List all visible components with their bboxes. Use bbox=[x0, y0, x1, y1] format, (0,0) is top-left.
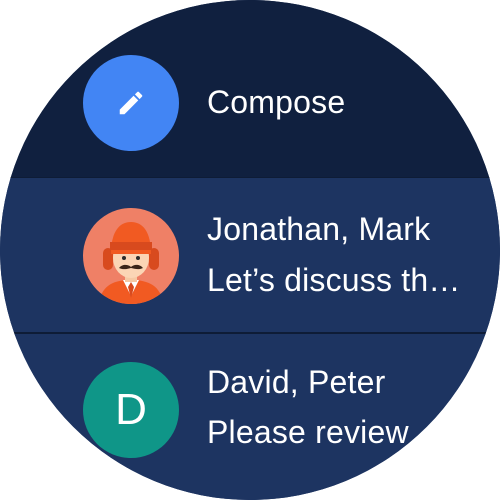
compose-label: Compose bbox=[207, 84, 346, 120]
message-preview: Let’s discuss th… bbox=[207, 262, 461, 298]
compose-button[interactable] bbox=[83, 55, 179, 151]
list-item[interactable] bbox=[0, 178, 500, 332]
watch-screen: Compose Jonathan, Mark Let’s discuss th…… bbox=[0, 0, 500, 500]
pencil-icon bbox=[119, 91, 143, 115]
message-preview: Please review bbox=[207, 414, 409, 450]
message-sender: Jonathan, Mark bbox=[207, 211, 431, 247]
avatar bbox=[83, 208, 179, 304]
person-avatar-icon bbox=[99, 222, 163, 304]
avatar: D bbox=[83, 362, 179, 458]
avatar-letter: D bbox=[115, 385, 147, 434]
message-sender: David, Peter bbox=[207, 364, 386, 400]
